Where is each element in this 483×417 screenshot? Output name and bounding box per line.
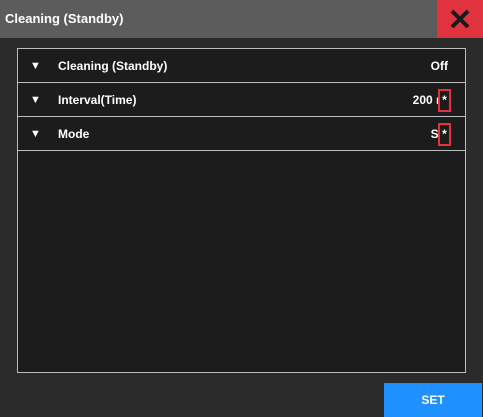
setting-label: Cleaning (Standby)	[58, 59, 168, 73]
settings-list: ▼ Cleaning (Standby) Off ▼ Interval(Time…	[17, 48, 467, 373]
dialog-title: Cleaning (Standby)	[5, 11, 124, 26]
changed-marker: *	[438, 89, 451, 112]
expand-triangle-icon: ▼	[30, 94, 41, 106]
close-x-icon	[450, 9, 470, 29]
set-button[interactable]: SET	[384, 383, 482, 417]
changed-marker: *	[438, 123, 451, 146]
expand-triangle-icon: ▼	[30, 60, 41, 72]
cleaning-standby-dialog: Cleaning (Standby) ▼ Cleaning (Standby) …	[0, 0, 483, 417]
setting-row-mode[interactable]: ▼ Mode Sof *	[18, 117, 466, 151]
setting-value: Off	[430, 59, 448, 73]
setting-label: Mode	[58, 127, 90, 141]
setting-row-interval-time[interactable]: ▼ Interval(Time) 200 mi *	[18, 83, 466, 117]
close-button[interactable]	[437, 0, 483, 38]
vertical-scrollbar[interactable]	[465, 48, 483, 373]
expand-triangle-icon: ▼	[30, 128, 41, 140]
setting-row-cleaning-standby[interactable]: ▼ Cleaning (Standby) Off	[18, 49, 466, 83]
title-bar: Cleaning (Standby)	[0, 0, 483, 38]
setting-label: Interval(Time)	[58, 93, 137, 107]
